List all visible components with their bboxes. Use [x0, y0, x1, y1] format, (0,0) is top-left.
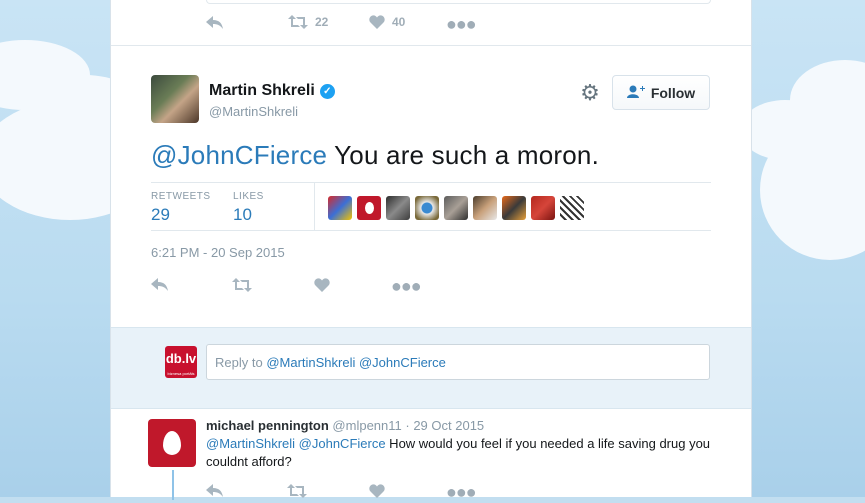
liker-avatar[interactable] — [357, 196, 381, 220]
reply-button[interactable] — [206, 484, 224, 498]
tweet-stats: RETWEETS 29 LIKES 10 — [151, 182, 711, 231]
tweet-actions: ●●● — [151, 276, 711, 296]
tweet-timestamp[interactable]: 6:21 PM - 20 Sep 2015 — [151, 245, 285, 260]
current-user-avatar: db.lv biznesa portāls — [165, 346, 197, 378]
likes-value: 10 — [233, 205, 252, 224]
reply-text: @MartinShkreli @JohnCFierce How would yo… — [206, 435, 716, 471]
retweet-icon — [287, 484, 307, 498]
reply-separator: · — [401, 418, 414, 433]
like-button[interactable] — [369, 484, 385, 498]
tweet-text: @JohnCFierce You are such a moron. — [151, 140, 599, 171]
stats-divider — [314, 183, 315, 230]
reply-prefix: Reply to — [215, 355, 267, 370]
reply-button[interactable] — [151, 278, 169, 292]
previous-tweet-actions: 22 40 ●●● — [111, 0, 751, 46]
reply-icon — [151, 278, 168, 291]
more-icon: ●●● — [446, 482, 477, 502]
like-button[interactable] — [314, 278, 330, 292]
like-count: 40 — [392, 15, 406, 29]
previous-tweet-border — [206, 0, 711, 4]
reply-mentions: @MartinShkreli @JohnCFierce — [266, 355, 446, 370]
liker-avatar[interactable] — [415, 196, 439, 220]
reply-author-name[interactable]: michael pennington — [206, 418, 329, 433]
heart-icon — [369, 15, 385, 29]
add-user-icon — [626, 85, 645, 101]
reply-date[interactable]: 29 Oct 2015 — [413, 418, 484, 433]
author-name: Martin Shkreli — [209, 82, 315, 99]
more-button[interactable]: ●●● — [446, 482, 477, 503]
retweet-count: 22 — [315, 15, 329, 29]
more-icon: ●●● — [446, 14, 477, 34]
retweets-label: RETWEETS — [151, 191, 211, 202]
retweet-button[interactable]: 22 — [288, 15, 328, 29]
egg-icon — [163, 431, 181, 455]
more-button[interactable]: ●●● — [391, 276, 422, 297]
reply-author-handle[interactable]: @mlpenn11 — [332, 418, 401, 433]
avatar-logo-text: db.lv — [165, 351, 197, 366]
liker-avatar[interactable] — [502, 196, 526, 220]
heart-icon — [314, 278, 330, 292]
follow-label: Follow — [650, 84, 696, 101]
author-handle[interactable]: @MartinShkreli — [209, 104, 298, 119]
more-button[interactable]: ●●● — [446, 14, 477, 35]
reply-mention-links[interactable]: @MartinShkreli @JohnCFierce — [206, 436, 386, 451]
retweets-value: 29 — [151, 205, 170, 224]
reply-input[interactable]: Reply to @MartinShkreli @JohnCFierce — [206, 344, 710, 380]
retweet-icon — [232, 278, 252, 292]
reply-tweet[interactable]: michael pennington @mlpenn11 · 29 Oct 20… — [111, 408, 751, 502]
author-avatar[interactable] — [151, 75, 199, 123]
more-icon: ●●● — [391, 276, 422, 296]
reply-composer: db.lv biznesa portāls Reply to @MartinSh… — [111, 327, 751, 409]
tweet-mention-link[interactable]: @JohnCFierce — [151, 140, 327, 170]
retweets-stat[interactable]: RETWEETS 29 — [151, 191, 211, 225]
tweet-body: You are such a moron. — [327, 140, 599, 170]
heart-icon — [369, 484, 385, 498]
tweet-column: 22 40 ●●● Martin Shkreli ✓ @MartinShkrel… — [110, 0, 752, 502]
reply-button[interactable] — [206, 16, 224, 30]
reply-header: michael pennington @mlpenn11 · 29 Oct 20… — [206, 418, 484, 433]
reply-author-avatar[interactable] — [148, 419, 196, 467]
retweet-button[interactable] — [287, 484, 307, 498]
reply-icon — [206, 16, 223, 29]
avatar-logo-subtext: biznesa portāls — [167, 371, 195, 376]
liker-avatar[interactable] — [473, 196, 497, 220]
author-name-row[interactable]: Martin Shkreli ✓ — [209, 82, 335, 100]
retweet-icon — [288, 15, 308, 29]
like-button[interactable]: 40 — [369, 15, 405, 29]
likes-label: LIKES — [233, 191, 264, 202]
liker-avatar[interactable] — [531, 196, 555, 220]
gear-icon[interactable]: ⚙ — [579, 82, 601, 104]
liker-avatar[interactable] — [560, 196, 584, 220]
liker-avatar[interactable] — [444, 196, 468, 220]
thread-connector — [172, 470, 174, 500]
liker-avatars — [328, 196, 584, 220]
follow-button[interactable]: Follow — [612, 75, 710, 110]
verified-badge-icon: ✓ — [319, 83, 335, 99]
liker-avatar[interactable] — [386, 196, 410, 220]
retweet-button[interactable] — [232, 278, 252, 292]
reply-actions: ●●● — [206, 482, 506, 502]
liker-avatar[interactable] — [328, 196, 352, 220]
likes-stat[interactable]: LIKES 10 — [233, 191, 264, 225]
reply-icon — [206, 484, 223, 497]
